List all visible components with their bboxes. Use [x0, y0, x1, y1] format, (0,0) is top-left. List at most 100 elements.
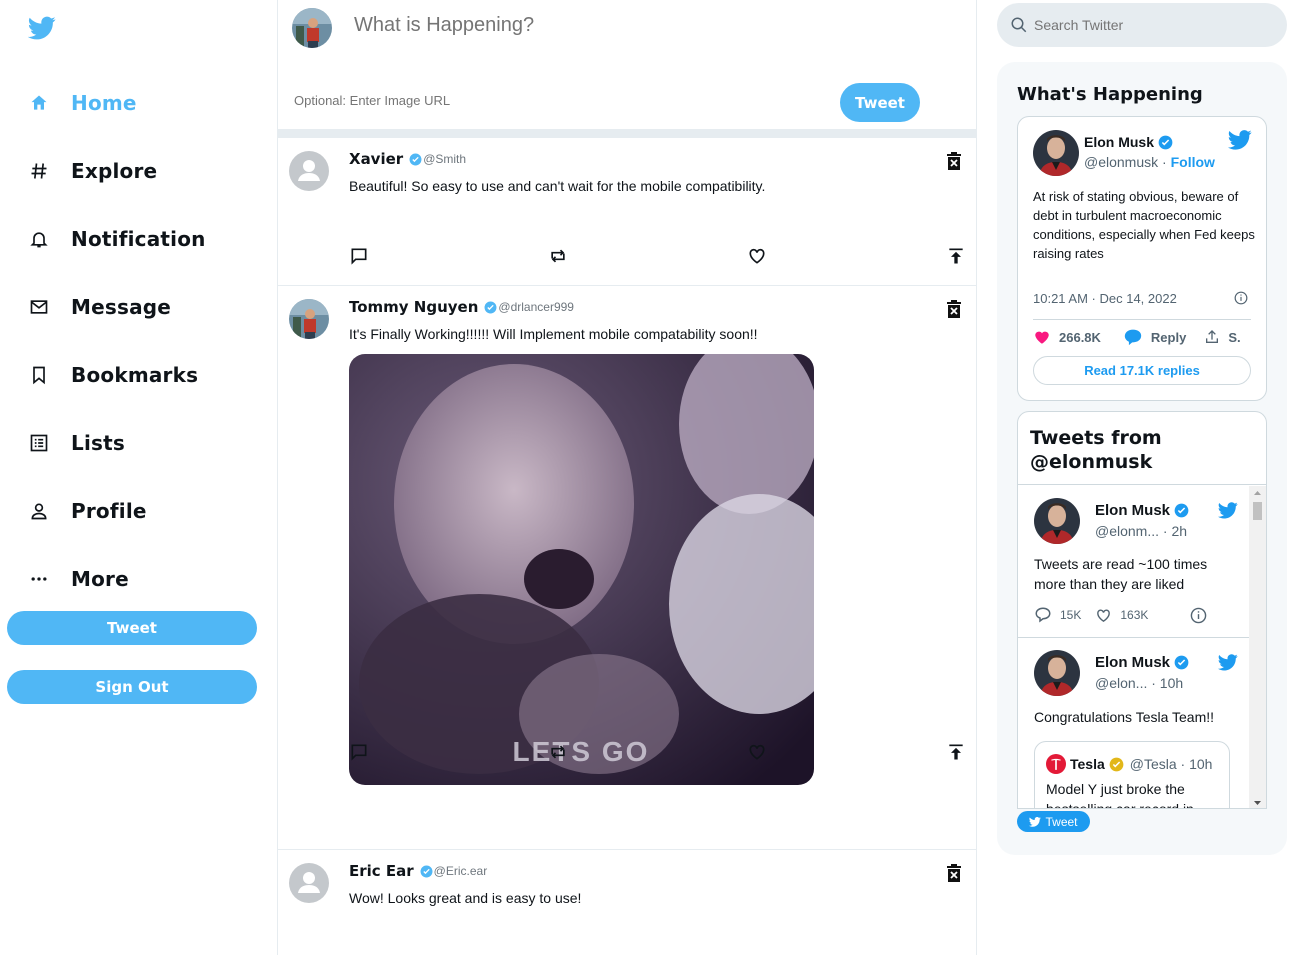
twitter-bird-icon[interactable] — [1217, 502, 1238, 519]
timeline-author-name-text: Elon Musk — [1095, 654, 1171, 671]
reply-label[interactable]: Reply — [1151, 330, 1186, 345]
twitter-logo-icon[interactable] — [27, 14, 56, 42]
delete-trash-icon[interactable] — [946, 152, 962, 170]
heart-filled-icon[interactable] — [1033, 328, 1051, 346]
sidebar-item-label: More — [71, 567, 129, 591]
tweet-text: It's Finally Working!!!!!! Will Implemen… — [349, 326, 758, 342]
avatar — [1034, 498, 1080, 544]
embedded-tweet-text: At risk of stating obvious, beware of de… — [1033, 189, 1255, 261]
avatar — [292, 8, 332, 48]
sidebar-item-label: Message — [71, 295, 172, 319]
tweet-header: Tommy Nguyen @drlancer999 — [349, 298, 574, 316]
tweet-time[interactable]: · 2h — [1163, 523, 1187, 539]
sidebar-item-more[interactable]: More — [28, 561, 129, 597]
sidebar-item-message[interactable]: Message — [28, 289, 171, 325]
compose-tweet-button[interactable]: Tweet — [840, 83, 920, 122]
like-heart-icon[interactable] — [1095, 607, 1112, 624]
twitter-bird-icon — [1029, 816, 1042, 827]
compose-tweet-input[interactable] — [354, 14, 754, 37]
tweet-actions — [349, 742, 964, 762]
retweet-icon[interactable] — [548, 246, 568, 266]
like-heart-icon[interactable] — [747, 742, 767, 762]
tweet-header: Xavier @Smith — [349, 150, 466, 168]
handle-text: @elonmusk — [1084, 154, 1159, 170]
timeline-tweet: Elon Musk @elon... · 10h Congratulations… — [1018, 638, 1250, 808]
scroll-up-arrow-icon[interactable] — [1249, 488, 1266, 498]
sidebar: Home Explore Notification Message Bookma… — [0, 0, 277, 955]
sidebar-item-notification[interactable]: Notification — [28, 221, 206, 257]
sidebar-item-label: Profile — [71, 499, 147, 523]
verified-badge-icon — [1174, 503, 1189, 518]
verified-badge-icon — [409, 153, 422, 166]
tweet-media-gif[interactable]: LETS GO — [349, 354, 814, 785]
reply-bubble-icon[interactable] — [1123, 328, 1143, 346]
tweet-header: Eric Ear @Eric.ear — [349, 862, 487, 880]
twitter-bird-icon[interactable] — [1227, 130, 1252, 150]
info-icon[interactable] — [1234, 291, 1248, 305]
timeline-tweet-stats: 15K 163K — [1034, 606, 1207, 624]
tweet-text: Beautiful! So easy to use and can't wait… — [349, 178, 766, 194]
delete-trash-icon[interactable] — [946, 864, 962, 882]
follow-link[interactable]: Follow — [1171, 154, 1215, 170]
quoted-tweet-header: Tesla @Tesla · 10h — [1046, 754, 1212, 774]
reply-icon[interactable] — [349, 742, 369, 762]
home-icon — [28, 92, 50, 114]
tweet-author-handle: @Smith — [423, 152, 467, 166]
like-heart-icon[interactable] — [747, 246, 767, 266]
sidebar-item-bookmarks[interactable]: Bookmarks — [28, 357, 198, 393]
info-icon[interactable] — [1190, 607, 1207, 624]
sign-out-button[interactable]: Sign Out — [7, 670, 257, 704]
sidebar-item-label: Lists — [71, 431, 125, 455]
tweet-actions — [349, 246, 964, 266]
embed-tweet-button[interactable]: Tweet — [1017, 811, 1090, 832]
embedded-author-name: Elon Musk — [1084, 134, 1173, 150]
timeline-author-name: Elon Musk — [1095, 654, 1189, 671]
tweet-composer: Tweet — [278, 0, 976, 138]
sidebar-tweet-button[interactable]: Tweet — [7, 611, 257, 645]
timeline-scrollbar[interactable] — [1249, 486, 1266, 808]
verified-badge-icon — [420, 865, 433, 878]
share-upload-icon[interactable] — [946, 246, 966, 266]
share-upload-icon[interactable] — [946, 742, 966, 762]
share-icon[interactable] — [1204, 329, 1220, 345]
tweet-post: Tommy Nguyen @drlancer999 It's Finally W… — [278, 286, 976, 850]
scrollbar-thumb[interactable] — [1253, 502, 1262, 520]
widgets-title: What's Happening — [1017, 84, 1203, 105]
more-icon — [28, 568, 50, 590]
verified-badge-icon — [1158, 135, 1173, 150]
tweet-author-handle: @Eric.ear — [433, 864, 488, 878]
sidebar-item-profile[interactable]: Profile — [28, 493, 147, 529]
share-label[interactable]: S. — [1228, 330, 1240, 345]
profile-timeline-embed: Tweets from @elonmusk Elon Musk @elonm..… — [1017, 411, 1267, 809]
image-url-input[interactable] — [294, 93, 594, 108]
sidebar-item-label: Explore — [71, 159, 158, 183]
sidebar-item-label: Notification — [71, 227, 206, 251]
tweet-time[interactable]: · 10h — [1151, 675, 1183, 691]
retweet-icon[interactable] — [548, 742, 568, 762]
embedded-tweet-stats: 266.8K Reply S. — [1033, 328, 1241, 346]
sidebar-item-lists[interactable]: Lists — [28, 425, 125, 461]
divider — [1033, 319, 1251, 320]
delete-trash-icon[interactable] — [946, 300, 962, 318]
tweet-author-name: Eric Ear — [349, 862, 414, 880]
feed: Tweet Xavier @Smith Beautiful! So easy t… — [277, 0, 977, 955]
search-input[interactable] — [1034, 17, 1274, 33]
sidebar-item-label: Home — [71, 91, 137, 115]
reply-icon[interactable] — [1034, 606, 1052, 624]
twitter-bird-icon[interactable] — [1217, 654, 1238, 671]
search-icon — [1010, 16, 1028, 34]
reply-icon[interactable] — [349, 246, 369, 266]
verified-gold-badge-icon — [1109, 757, 1124, 772]
quoted-tweet[interactable]: Tesla @Tesla · 10h Model Y just broke th… — [1034, 741, 1230, 808]
verified-badge-icon — [484, 301, 497, 314]
handle-separator: · — [1162, 154, 1167, 170]
sidebar-item-home[interactable]: Home — [28, 85, 137, 121]
read-replies-button[interactable]: Read 17.1K replies — [1033, 356, 1251, 385]
avatar — [1033, 130, 1079, 176]
timeline-list: Elon Musk @elonm... · 2h Tweets are read… — [1018, 486, 1250, 808]
sidebar-item-explore[interactable]: Explore — [28, 153, 157, 189]
scroll-down-arrow-icon[interactable] — [1249, 798, 1266, 808]
widgets-panel: What's Happening Elon Musk @elonmusk · F… — [997, 62, 1287, 855]
embedded-tweet-time[interactable]: 10:21 AM · Dec 14, 2022 — [1033, 291, 1177, 306]
embedded-tweet-card: Elon Musk @elonmusk · Follow At risk of … — [1017, 116, 1267, 401]
